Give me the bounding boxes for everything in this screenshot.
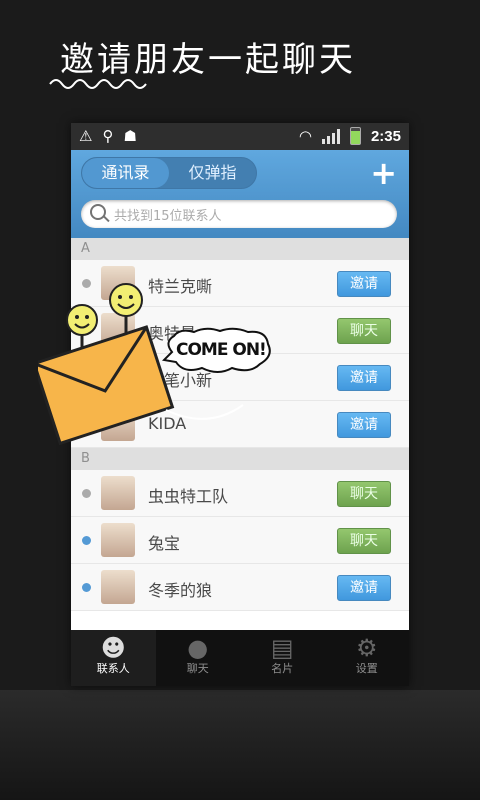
background-floor (0, 690, 480, 800)
usb-icon: ⚲ (102, 127, 114, 145)
android-icon: ☗ (123, 127, 137, 145)
search-input[interactable]: 共找到15位联系人 (81, 200, 397, 228)
bottom-tab-label: 设置 (355, 662, 378, 675)
bottom-tab-label: 聊天 (186, 662, 209, 675)
speech-bubble-text: COME ON! (176, 340, 267, 360)
tab-tanzhi-only[interactable]: 仅弹指 (169, 158, 256, 188)
chat-button[interactable]: 聊天 (337, 481, 391, 507)
invite-button[interactable]: 邀请 (337, 575, 391, 601)
section-header-a: A (71, 238, 409, 260)
chat-button[interactable]: 聊天 (337, 318, 391, 344)
clock: 2:35 (370, 127, 401, 145)
section-header-b: B (71, 448, 409, 470)
bottom-tab-label: 联系人 (96, 662, 130, 675)
bottom-tab-settings[interactable]: ⚙ 设置 (325, 630, 410, 686)
invite-button[interactable]: 邀请 (337, 412, 391, 438)
signal-icon (321, 128, 340, 144)
chat-button[interactable]: 聊天 (337, 528, 391, 554)
tab-group: 通讯录 仅弹指 (81, 157, 257, 189)
promo-underline (49, 79, 147, 89)
contact-row[interactable]: 冬季的狼 邀请 (71, 564, 409, 611)
avatar (101, 476, 135, 510)
tab-contacts[interactable]: 通讯录 (82, 158, 169, 188)
person-icon: ☻ (100, 634, 126, 662)
contact-name: 冬季的狼 (148, 581, 213, 600)
bottom-tab-chat[interactable]: ● 聊天 (156, 630, 241, 686)
contact-name: 虫虫特工队 (148, 487, 229, 506)
status-bar: ⚠ ⚲ ☗ ◠ 2:35 (71, 123, 409, 150)
envelope-icon (38, 325, 175, 446)
contact-row[interactable]: 兔宝 聊天 (71, 517, 409, 564)
bottom-tab-bar: ☻ 联系人 ● 聊天 ▤ 名片 ⚙ 设置 (71, 630, 409, 686)
wifi-icon: ◠ (298, 127, 312, 145)
search-placeholder: 共找到15位联系人 (114, 209, 222, 224)
plus-icon: + (370, 154, 397, 192)
status-dot (82, 583, 91, 592)
bottom-tab-label: 名片 (271, 662, 294, 675)
status-dot (82, 489, 91, 498)
battery-icon (349, 127, 361, 145)
chat-bubbles-icon: ● (187, 634, 209, 662)
app-header: 通讯录 仅弹指 + 共找到15位联系人 (71, 150, 409, 238)
invite-button[interactable]: 邀请 (337, 271, 391, 297)
business-card-icon: ▤ (270, 634, 294, 662)
bottom-tab-contacts[interactable]: ☻ 联系人 (71, 630, 156, 686)
search-icon (90, 204, 106, 220)
contact-name: 兔宝 (148, 534, 181, 553)
invite-button[interactable]: 邀请 (337, 365, 391, 391)
avatar (101, 570, 135, 604)
bottom-tab-card[interactable]: ▤ 名片 (240, 630, 325, 686)
add-contact-button[interactable]: + (370, 157, 397, 189)
avatar (101, 523, 135, 557)
status-dot (82, 536, 91, 545)
gear-icon: ⚙ (355, 634, 378, 662)
warning-icon: ⚠ (79, 127, 93, 145)
contact-row[interactable]: 虫虫特工队 聊天 (71, 470, 409, 517)
